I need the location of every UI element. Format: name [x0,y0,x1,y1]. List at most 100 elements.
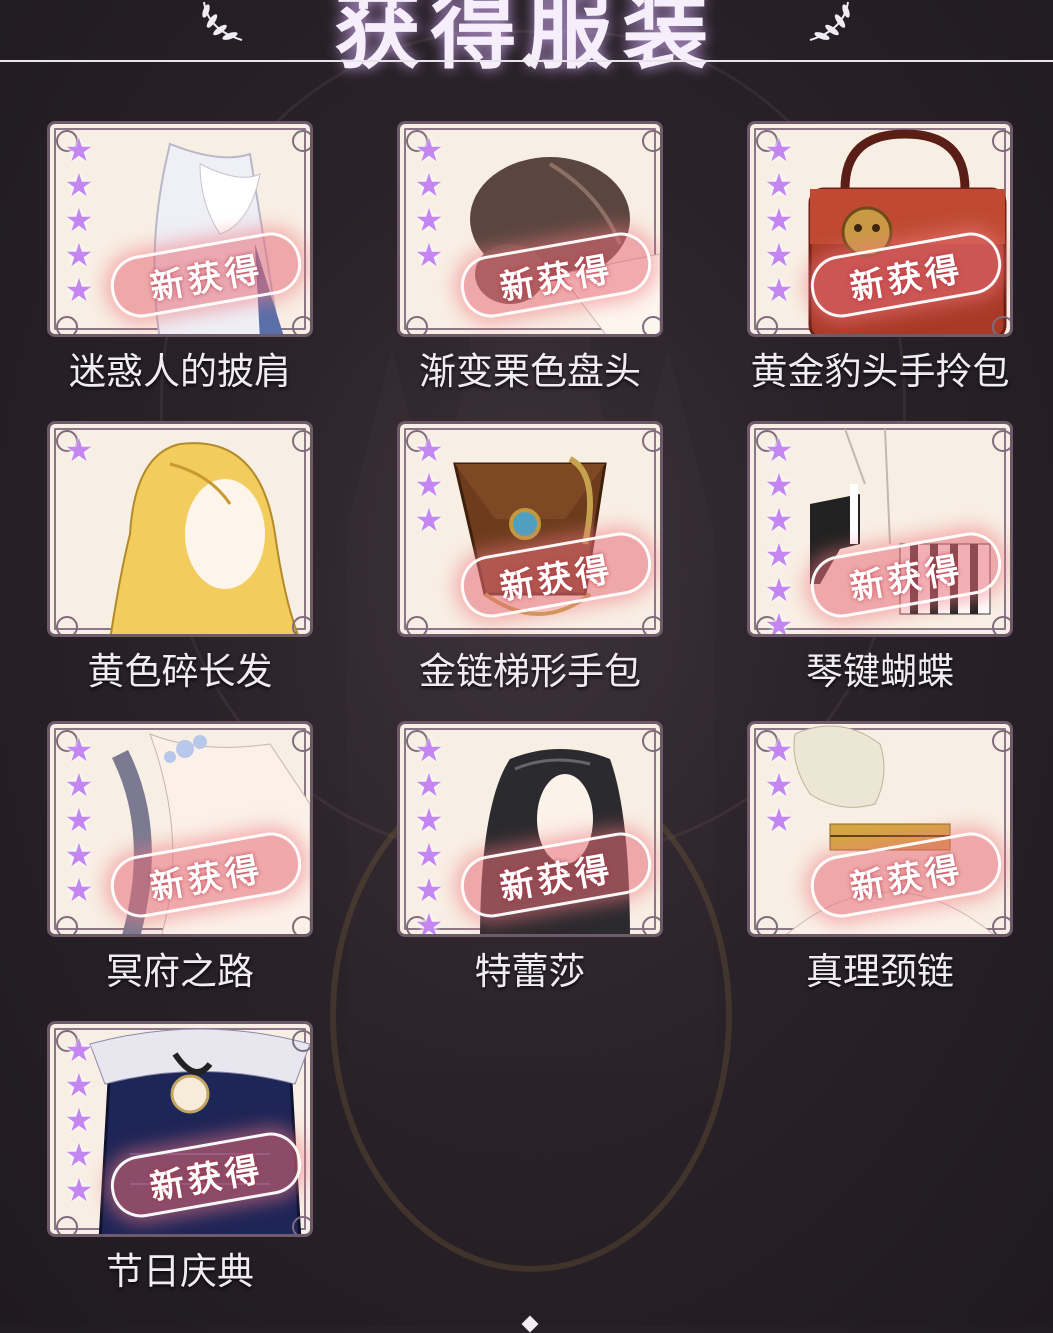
item-name: 真理颈链 [806,950,954,993]
frame-ornament-icon [642,616,660,634]
frame-ornament-icon [756,916,778,934]
star-icon: ★ [764,201,794,239]
star-icon: ★ [64,1171,94,1209]
star-icon: ★ [764,731,794,769]
item-frame: ★ ★ ★ 新获得 [397,421,663,637]
frame-ornament-icon [292,130,310,152]
star-icon: ★ [64,131,94,169]
page-title: 获得服装 [334,0,719,81]
item-card[interactable]: ★ ★ ★ ★ ★ 新获得 [47,721,313,937]
item-frame: ★ ★ ★ 新获得 [747,721,1013,937]
item-card[interactable]: ★ ★ ★ ★ ★ 新获得 [47,121,313,337]
laurel-icon [809,1,850,41]
rarity-stars: ★ ★ ★ ★ ★ [64,1034,94,1207]
frame-ornament-icon [56,1216,78,1234]
frame-ornament-icon [292,430,310,452]
star-icon: ★ [64,166,94,204]
rarity-stars: ★ ★ ★ [764,734,794,837]
item-name: 特蕾莎 [474,950,586,993]
star-icon: ★ [764,236,794,274]
item-frame: ★ ★ ★ ★ 新获得 [397,121,663,337]
item-frame: ★ ★ ★ ★ ★ 新获得 [747,121,1013,337]
frame-ornament-icon [992,130,1010,152]
frame-ornament-icon [642,430,660,452]
star-icon: ★ [414,836,444,874]
item-name: 渐变栗色盘头 [419,350,641,393]
star-icon: ★ [414,871,444,909]
item-name: 黄色碎长发 [87,650,273,693]
star-icon: ★ [414,201,444,239]
frame-ornament-icon [992,430,1010,452]
star-icon: ★ [414,801,444,839]
star-icon: ★ [414,766,444,804]
star-icon: ★ [764,166,794,204]
star-icon: ★ [64,871,94,909]
star-icon: ★ [64,1101,94,1139]
item-card[interactable]: ★ ★ ★ ★ ★ 新获得 [47,1021,313,1237]
star-icon: ★ [414,131,444,169]
star-icon: ★ [764,131,794,169]
item-name: 迷惑人的披肩 [69,350,291,393]
frame-ornament-icon [292,916,310,934]
star-icon: ★ [764,571,794,609]
rarity-stars: ★ ★ ★ ★ ★ [64,734,94,907]
star-icon: ★ [764,501,794,539]
item-card[interactable]: ★ [47,421,313,637]
frame-ornament-icon [292,1030,310,1052]
item-frame: ★ ★ ★ ★ ★ 新获得 [47,1021,313,1237]
frame-ornament-icon [292,316,310,334]
star-icon: ★ [764,536,794,574]
star-icon: ★ [764,606,794,637]
star-icon: ★ [64,236,94,274]
item-card[interactable]: ★ ★ ★ ★ ★ 新获得 [747,121,1013,337]
item-card[interactable]: ★ ★ ★ ★ ★ ★ 新获得 [397,721,663,937]
item-frame: ★ [47,421,313,637]
star-icon: ★ [414,466,444,504]
rarity-stars: ★ ★ ★ [414,434,444,537]
item-frame: ★ ★ ★ ★ ★ ★ 新获得 [747,421,1013,637]
frame-ornament-icon [992,316,1010,334]
item-frame: ★ ★ ★ ★ ★ ★ 新获得 [397,721,663,937]
frame-ornament-icon [406,616,428,634]
item-card[interactable]: ★ ★ ★ 新获得 [747,721,1013,937]
item-name: 琴键蝴蝶 [806,650,954,693]
frame-ornament-icon [292,1216,310,1234]
star-icon: ★ [414,501,444,539]
item-card[interactable]: ★ ★ ★ 新获得 [397,421,663,637]
star-icon: ★ [414,236,444,274]
item-frame: ★ ★ ★ ★ ★ 新获得 [47,121,313,337]
star-icon: ★ [764,466,794,504]
frame-ornament-icon [642,916,660,934]
item-name: 冥府之路 [106,950,254,993]
star-icon: ★ [414,906,444,937]
frame-ornament-icon [756,316,778,334]
rarity-stars: ★ ★ ★ ★ ★ [64,134,94,307]
item-frame: ★ ★ ★ ★ ★ 新获得 [47,721,313,937]
item-card[interactable]: ★ ★ ★ ★ ★ ★ 新获得 [747,421,1013,637]
frame-ornament-icon [56,916,78,934]
frame-ornament-icon [992,616,1010,634]
rarity-stars: ★ ★ ★ ★ ★ ★ [764,434,794,637]
item-card[interactable]: ★ ★ ★ ★ 新获得 [397,121,663,337]
frame-ornament-icon [406,316,428,334]
frame-ornament-icon [642,730,660,752]
header: 获得服装 [0,0,1053,81]
item-name: 节日庆典 [106,1250,254,1293]
star-icon: ★ [64,201,94,239]
item-name: 黄金豹头手拎包 [750,350,1010,393]
item-name: 金链梯形手包 [419,650,641,693]
star-icon: ★ [414,731,444,769]
star-icon: ★ [64,431,94,469]
frame-ornament-icon [992,730,1010,752]
star-icon: ★ [764,271,794,309]
frame-ornament-icon [292,616,310,634]
star-icon: ★ [64,766,94,804]
rarity-stars: ★ ★ ★ ★ ★ [764,134,794,307]
frame-ornament-icon [292,730,310,752]
frame-ornament-icon [642,130,660,152]
star-icon: ★ [64,836,94,874]
star-icon: ★ [64,1031,94,1069]
star-icon: ★ [64,271,94,309]
star-icon: ★ [414,431,444,469]
rarity-stars: ★ ★ ★ ★ [414,134,444,272]
